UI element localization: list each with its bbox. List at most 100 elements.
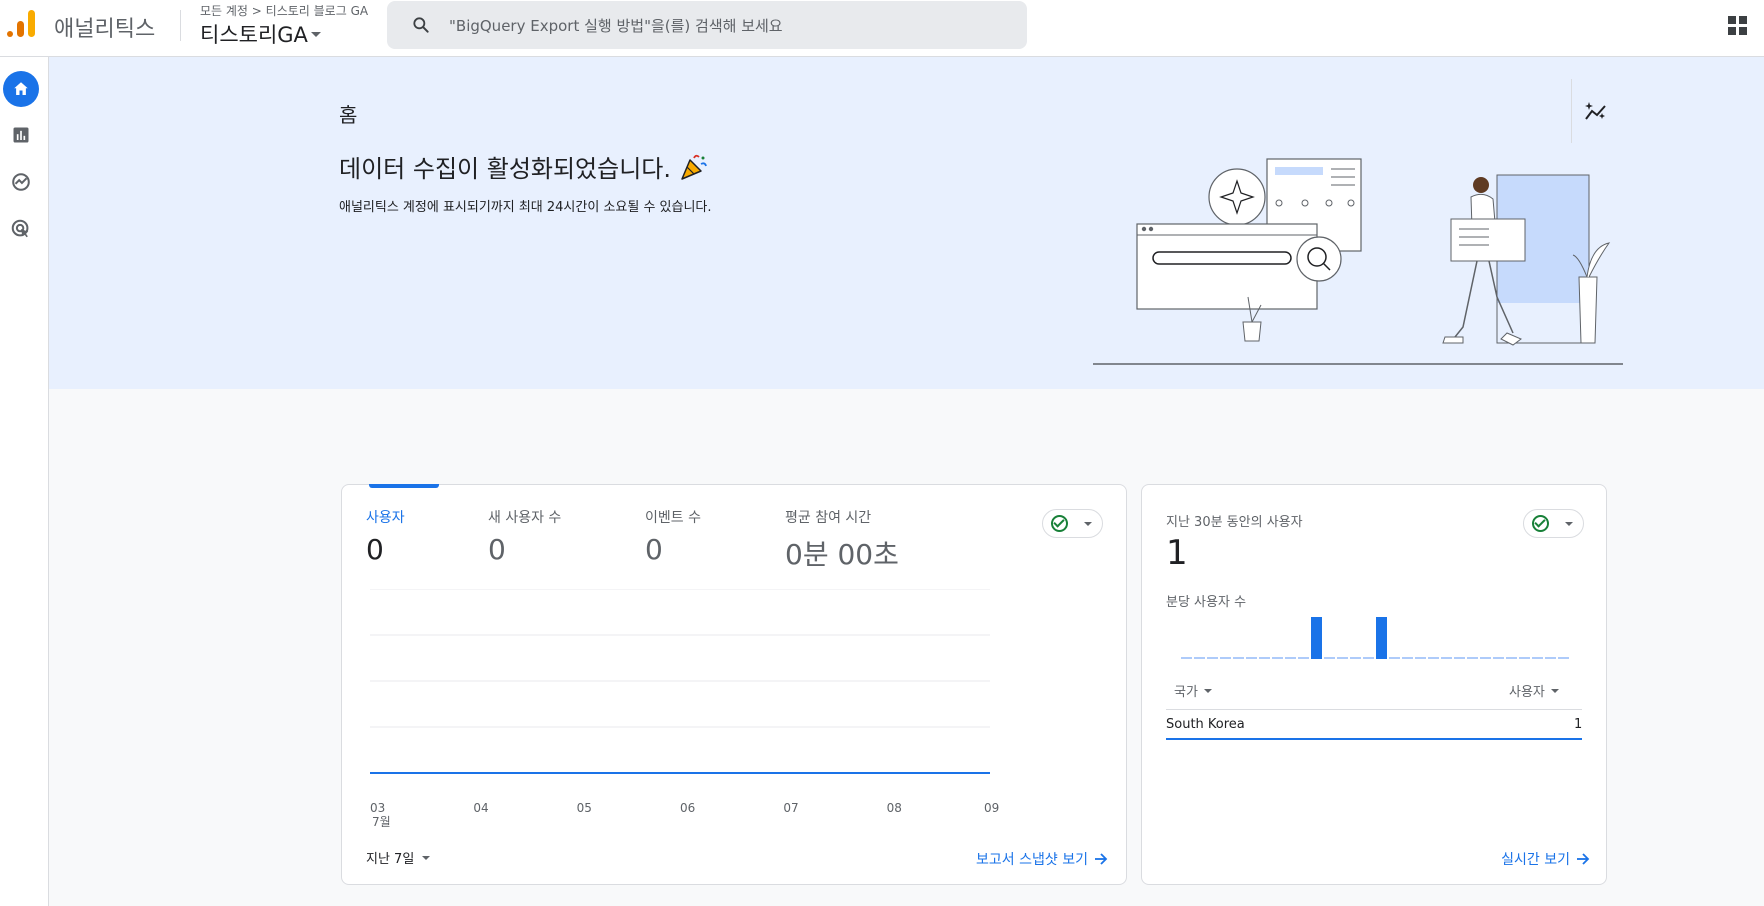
x-tick-label: 05 xyxy=(576,801,592,815)
search-input[interactable]: "BigQuery Export 실행 방법"을(를) 검색해 보세요 xyxy=(449,15,783,36)
per-minute-bar[interactable] xyxy=(1493,657,1504,659)
per-minute-bar[interactable] xyxy=(1454,657,1465,659)
per-minute-bar[interactable] xyxy=(1298,657,1309,659)
hero-divider xyxy=(1571,79,1572,143)
hero-illustration xyxy=(1093,158,1623,365)
date-range-selector[interactable]: 지난 7일 xyxy=(366,848,431,867)
per-minute-bar[interactable] xyxy=(1272,657,1283,659)
metric-value: 0분 00초 xyxy=(785,538,899,571)
nav-advertising[interactable] xyxy=(3,211,39,247)
search-icon xyxy=(413,17,429,33)
table-divider xyxy=(1166,709,1582,710)
check-circle-icon xyxy=(1051,515,1068,532)
hero-heading-text: 데이터 수집이 활성화되었습니다. xyxy=(339,155,672,183)
per-minute-bar[interactable] xyxy=(1220,657,1231,659)
per-minute-bar[interactable] xyxy=(1389,657,1400,659)
per-minute-bar[interactable] xyxy=(1246,657,1257,659)
hero-subtitle: 애널리틱스 계정에 표시되기까지 최대 24시간이 소요될 수 있습니다. xyxy=(339,200,712,215)
per-minute-bar[interactable] xyxy=(1545,657,1556,659)
link-label: 실시간 보기 xyxy=(1501,852,1570,868)
x-tick-label: 06 xyxy=(680,801,696,815)
nav-reports[interactable] xyxy=(3,117,39,153)
per-minute-bar[interactable] xyxy=(1350,657,1361,659)
home-icon xyxy=(14,82,28,95)
per-minute-bar[interactable] xyxy=(1233,657,1244,659)
per-minute-bar[interactable] xyxy=(1337,657,1348,659)
metric-label: 이벤트 수 xyxy=(645,510,701,526)
table-row-bar xyxy=(1166,738,1582,740)
table-row-country: South Korea xyxy=(1166,717,1245,732)
advertising-icon xyxy=(11,219,29,238)
per-minute-bar[interactable] xyxy=(1402,657,1413,659)
per-minute-bar[interactable] xyxy=(1480,657,1491,659)
per-minute-bar[interactable] xyxy=(1558,657,1569,659)
link-label: 보고서 스냅샷 보기 xyxy=(976,852,1088,868)
per-minute-bar[interactable] xyxy=(1532,657,1543,659)
search-bar[interactable]: "BigQuery Export 실행 방법"을(를) 검색해 보세요 xyxy=(387,1,1027,49)
header-divider xyxy=(180,10,181,41)
x-tick-label: 07 xyxy=(783,801,799,815)
date-range-label: 지난 7일 xyxy=(366,852,415,867)
left-nav xyxy=(0,57,49,906)
view-report-snapshot-link[interactable]: 보고서 스냅샷 보기 xyxy=(976,849,1108,869)
chevron-down-icon xyxy=(1550,688,1559,693)
per-minute-bar[interactable] xyxy=(1259,657,1270,659)
metric-label: 새 사용자 수 xyxy=(488,510,562,526)
data-status-button[interactable] xyxy=(1523,509,1584,538)
nav-home[interactable] xyxy=(3,71,39,107)
per-minute-bar-chart xyxy=(1181,617,1569,659)
app-name: 애널리틱스 xyxy=(54,17,156,42)
users-column-header[interactable]: 사용자 xyxy=(1509,681,1559,700)
realtime-title: 지난 30분 동안의 사용자 xyxy=(1166,515,1303,530)
overview-line-chart xyxy=(370,589,990,774)
chevron-down-icon xyxy=(1565,521,1573,526)
per-minute-bar[interactable] xyxy=(1363,657,1374,659)
bar-chart-icon xyxy=(13,127,29,143)
view-realtime-link[interactable]: 실시간 보기 xyxy=(1501,849,1590,869)
party-popper-icon xyxy=(681,154,707,180)
country-column-header[interactable]: 국가 xyxy=(1174,681,1212,700)
per-minute-bar[interactable] xyxy=(1181,657,1192,659)
metric-tab-users[interactable]: 사용자 0 xyxy=(366,507,405,566)
property-selector[interactable]: 티스토리GA xyxy=(200,19,321,49)
metric-tab-avg-engagement[interactable]: 평균 참여 시간 0분 00초 xyxy=(785,507,899,573)
arrow-right-icon xyxy=(1095,853,1108,865)
per-minute-label: 분당 사용자 수 xyxy=(1166,595,1247,610)
hero-heading: 데이터 수집이 활성화되었습니다. xyxy=(339,149,709,184)
per-minute-bar[interactable] xyxy=(1194,657,1205,659)
per-minute-bar[interactable] xyxy=(1506,657,1517,659)
insights-sparkle-icon[interactable] xyxy=(1583,99,1609,125)
metric-tab-new-users[interactable]: 새 사용자 수 0 xyxy=(488,507,561,566)
metric-value: 0 xyxy=(366,533,384,566)
per-minute-bar[interactable] xyxy=(1207,657,1218,659)
column-label: 사용자 xyxy=(1509,685,1545,700)
per-minute-bar[interactable] xyxy=(1467,657,1478,659)
per-minute-bar[interactable] xyxy=(1376,617,1387,659)
per-minute-bar[interactable] xyxy=(1428,657,1439,659)
property-name: 티스토리GA xyxy=(200,23,308,47)
account-breadcrumb[interactable]: 모든 계정 > 티스토리 블로그 GA xyxy=(200,2,368,19)
active-tab-indicator xyxy=(369,484,439,488)
top-app-bar: 애널리틱스 모든 계정 > 티스토리 블로그 GA 티스토리GA "BigQue… xyxy=(0,0,1764,57)
data-status-button[interactable] xyxy=(1042,509,1103,538)
per-minute-bar[interactable] xyxy=(1415,657,1426,659)
chevron-down-icon xyxy=(1203,688,1212,693)
metric-label: 평균 참여 시간 xyxy=(785,510,872,526)
table-row-users: 1 xyxy=(1574,717,1583,732)
x-tick-label: 04 xyxy=(473,801,489,815)
overview-card: 사용자 0 새 사용자 수 0 이벤트 수 0 평균 참여 시간 0분 00초 … xyxy=(341,484,1127,885)
per-minute-bar[interactable] xyxy=(1441,657,1452,659)
apps-grid-icon[interactable] xyxy=(1728,16,1748,36)
per-minute-bar[interactable] xyxy=(1519,657,1530,659)
metric-tab-event-count[interactable]: 이벤트 수 0 xyxy=(645,507,701,566)
analytics-logo-icon[interactable] xyxy=(7,9,37,39)
x-tick-label: 08 xyxy=(886,801,902,815)
per-minute-bar[interactable] xyxy=(1311,617,1322,659)
metric-value: 0 xyxy=(488,533,506,566)
page-title: 홈 xyxy=(339,103,358,127)
per-minute-bar[interactable] xyxy=(1285,657,1296,659)
realtime-value: 1 xyxy=(1166,533,1188,573)
nav-explore[interactable] xyxy=(3,164,39,200)
per-minute-bar[interactable] xyxy=(1324,657,1335,659)
chevron-down-icon xyxy=(422,855,431,860)
